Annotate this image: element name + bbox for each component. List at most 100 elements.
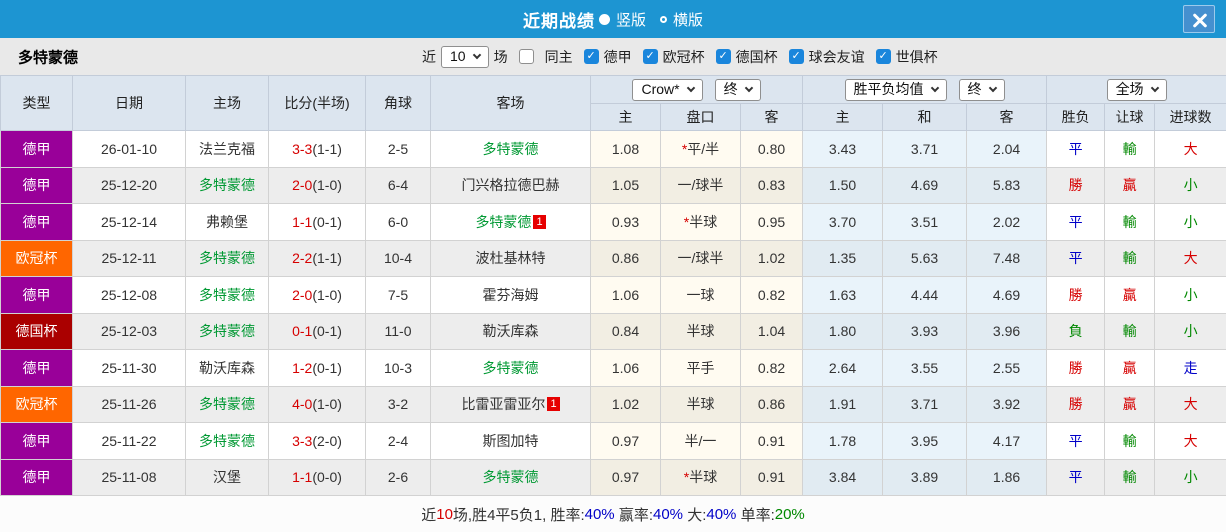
result-handicap: 輸: [1104, 239, 1156, 277]
handicap-text: 一球: [686, 286, 715, 303]
sub-header-odds-home: 主: [590, 103, 661, 131]
chevron-down-icon: [472, 50, 481, 59]
away-team: 勒沃库森: [430, 312, 591, 350]
corners: 11-0: [365, 312, 431, 350]
horizontal-layout-option[interactable]: 横版: [673, 9, 703, 30]
home-team: 汉堡: [185, 458, 269, 496]
result-handicap: 贏: [1104, 385, 1156, 423]
result-handicap: 輸: [1104, 312, 1156, 350]
full-score: 1-1: [292, 469, 313, 486]
half-score: (1-0): [312, 177, 342, 194]
scope-controls-cell: 全场: [1046, 75, 1226, 104]
score-cell: 3-3(2-0): [268, 422, 366, 460]
avg-odds-draw: 3.93: [882, 312, 968, 350]
same-home-checkbox[interactable]: [518, 49, 534, 64]
avg-odds-away: 2.04: [966, 130, 1048, 168]
home-team: 多特蒙德: [185, 239, 269, 277]
avg-odds-away: 4.17: [966, 422, 1048, 460]
rank-badge: 1: [533, 214, 546, 229]
result-goals: 小: [1154, 276, 1226, 314]
away-team: 多特蒙德: [430, 458, 591, 496]
avg-odds-select[interactable]: 胜平负均值: [844, 78, 947, 101]
result-goals: 大: [1154, 422, 1226, 460]
match-date: 25-12-08: [72, 276, 186, 314]
avg-odds-away: 5.83: [966, 166, 1048, 204]
horizontal-layout-radio-icon[interactable]: [660, 15, 667, 23]
summary-segment: 10: [436, 506, 453, 523]
away-team-name: 多特蒙德: [482, 359, 539, 376]
match-date: 25-12-20: [72, 166, 186, 204]
filterbar: 多特蒙德 近 10 场 同主 德甲 欧冠杯 德国杯 球会友谊 世俱杯: [0, 38, 1226, 75]
corners: 2-5: [365, 130, 431, 168]
handicap-text: 一/球半: [677, 250, 724, 267]
close-button[interactable]: [1183, 5, 1215, 33]
champions-league-checkbox[interactable]: [642, 49, 658, 64]
avg-odds-home: 1.50: [802, 166, 884, 204]
avg-period-select[interactable]: 终: [958, 78, 1005, 101]
summary-segment: 40%: [706, 506, 737, 523]
match-date: 25-12-14: [72, 203, 186, 241]
result-goals: 小: [1154, 203, 1226, 241]
friendly-checkbox[interactable]: [788, 49, 804, 64]
avg-odds-home: 1.91: [802, 385, 884, 423]
half-score: (1-1): [312, 250, 342, 267]
avg-odds-home: 1.63: [802, 276, 884, 314]
odds-period-select[interactable]: 终: [714, 78, 761, 101]
handicap-odds-away: 0.91: [739, 458, 804, 496]
club-world-cup-checkbox[interactable]: [875, 49, 891, 64]
match-row: 德国杯 25-12-03 多特蒙德 0-1(0-1) 11-0 勒沃库森 0.84 半球 1.0…: [0, 312, 1226, 350]
half-score: (1-1): [312, 140, 342, 157]
chevron-down-icon: [930, 83, 939, 92]
corners: 3-2: [365, 385, 431, 423]
chevron-down-icon: [1150, 83, 1159, 92]
avg-odds-draw: 4.69: [882, 166, 968, 204]
scope-select[interactable]: 全场: [1106, 78, 1167, 101]
handicap-odds-away: 0.82: [739, 276, 804, 314]
handicap-odds-home: 0.97: [590, 458, 661, 496]
match-row: 德甲 25-12-08 多特蒙德 2-0(1-0) 7-5 霍芬海姆 1.06 一球 0.82 1…: [0, 276, 1226, 314]
result-goals: 大: [1154, 239, 1226, 277]
avg-odds-away: 7.48: [966, 239, 1048, 277]
handicap-odds-away: 0.82: [739, 349, 804, 387]
handicap-odds-away: 1.02: [739, 239, 804, 277]
full-score: 1-1: [292, 213, 313, 230]
score-cell: 4-0(1-0): [268, 385, 366, 423]
avg-odds-draw: 3.71: [882, 385, 968, 423]
handicap-line: 一/球半: [660, 166, 741, 204]
vertical-layout-option[interactable]: 竖版: [616, 9, 646, 30]
match-row: 德甲 25-11-30 勒沃库森 1-2(0-1) 10-3 多特蒙德 1.06 平手 0.82…: [0, 349, 1226, 387]
match-date: 25-12-03: [72, 312, 186, 350]
avg-odds-draw: 3.55: [882, 349, 968, 387]
club-world-cup-label: 世俱杯: [895, 48, 938, 65]
vertical-layout-radio-icon[interactable]: [598, 13, 610, 25]
full-score: 3-3: [292, 140, 313, 157]
recent-count-select[interactable]: 10: [441, 45, 489, 68]
league-badge: 欧冠杯: [0, 385, 73, 423]
score-cell: 2-0(1-0): [268, 276, 366, 314]
handicap-odds-away: 0.95: [739, 203, 804, 241]
german-cup-checkbox[interactable]: [715, 49, 731, 64]
bundesliga-checkbox[interactable]: [583, 49, 599, 64]
league-badge: 德甲: [0, 276, 73, 314]
result-goals: 走: [1154, 349, 1226, 387]
summary-segment: 大:: [683, 507, 707, 524]
result-goals: 小: [1154, 312, 1226, 350]
handicap-text: 半球: [686, 323, 715, 340]
away-team-name: 多特蒙德: [482, 469, 539, 486]
sub-header-cover: 让球: [1104, 103, 1156, 131]
result-handicap: 贏: [1104, 349, 1156, 387]
champions-league-label: 欧冠杯: [662, 48, 705, 65]
league-badge: 德甲: [0, 422, 73, 460]
summary-segment: 40%: [584, 506, 615, 523]
odds-company-select[interactable]: Crow*: [632, 78, 703, 101]
half-score: (0-1): [312, 323, 342, 340]
unit-label: 场: [493, 48, 508, 65]
col-header-type: 类型: [0, 75, 73, 131]
handicap-odds-home: 0.84: [590, 312, 661, 350]
match-date: 25-11-08: [72, 458, 186, 496]
chevron-down-icon: [686, 83, 695, 92]
col-header-corners: 角球: [365, 75, 431, 131]
away-team: 比雷亚雷亚尔 1: [430, 385, 591, 423]
home-team: 多特蒙德: [185, 385, 269, 423]
recent-label: 近: [422, 48, 436, 65]
